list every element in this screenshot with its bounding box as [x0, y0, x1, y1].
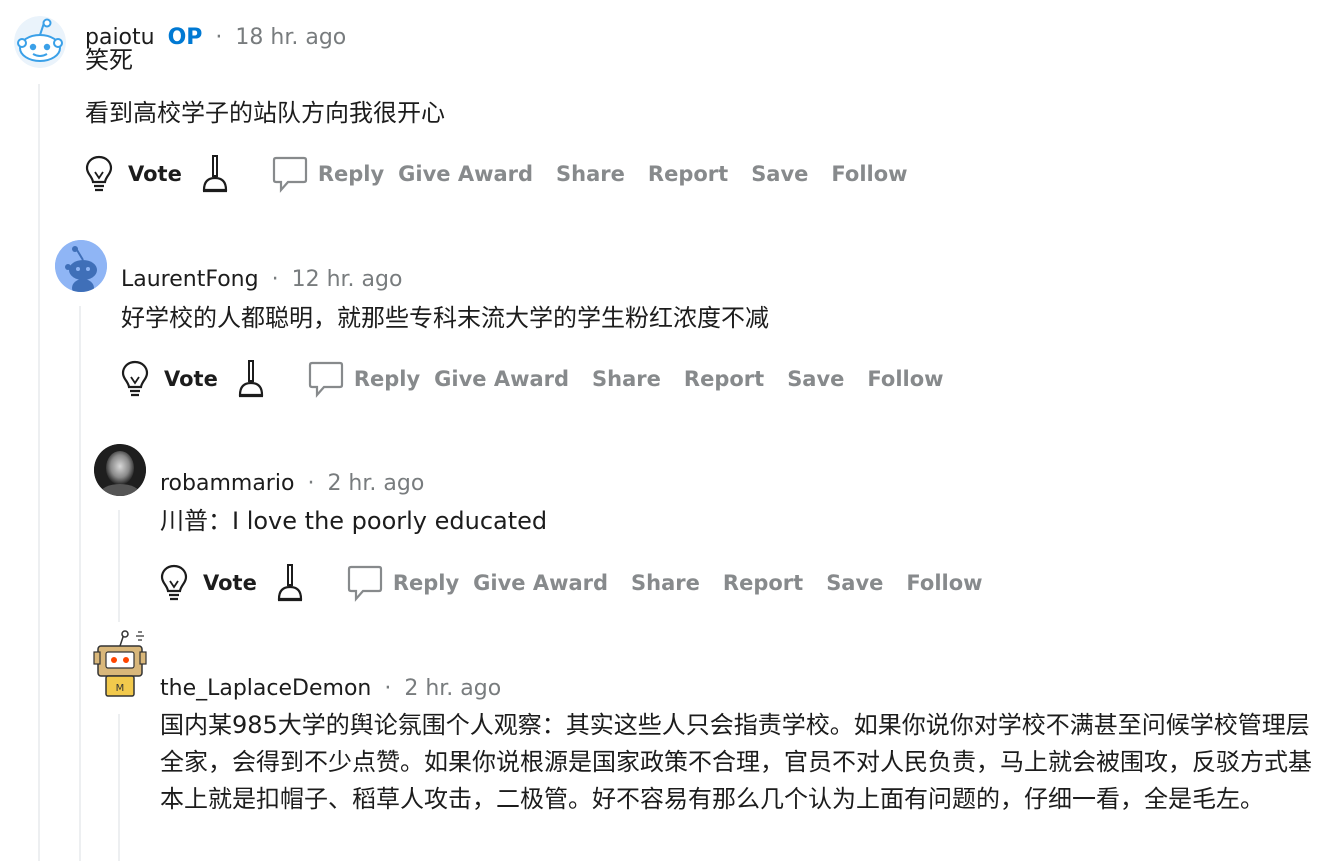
comment-meta: robammario · 2 hr. ago	[160, 470, 424, 498]
thread-line-level-3b[interactable]	[118, 714, 120, 861]
reply-label[interactable]: Reply	[393, 571, 459, 595]
give-award-button[interactable]: Give Award	[473, 571, 608, 595]
username[interactable]: robammario	[160, 471, 294, 496]
reddit-snoo-default-avatar-icon	[14, 16, 66, 68]
share-button[interactable]: Share	[631, 571, 700, 595]
reply-label[interactable]: Reply	[354, 367, 420, 391]
speech-bubble-icon	[272, 152, 307, 196]
op-badge: OP	[167, 25, 203, 50]
svg-text:M: M	[116, 683, 125, 694]
lightbulb-upvote-icon[interactable]	[157, 561, 191, 605]
save-button[interactable]: Save	[826, 571, 883, 595]
vote-label: Vote	[128, 162, 182, 186]
box-robot-avatar-icon: M	[93, 630, 147, 697]
reddit-snoo-blue-avatar-icon	[55, 240, 107, 292]
comment-body: 川普：I love the poorly educated	[160, 507, 548, 535]
follow-button[interactable]: Follow	[867, 367, 943, 391]
reply-label[interactable]: Reply	[318, 162, 384, 186]
plunger-downvote-icon[interactable]	[273, 561, 307, 605]
plunger-downvote-icon[interactable]	[234, 357, 268, 401]
thread-line-level-3[interactable]	[118, 510, 120, 622]
speech-bubble-icon	[308, 357, 343, 401]
save-button[interactable]: Save	[787, 367, 844, 391]
comment-body: 好学校的人都聪明，就那些专科末流大学的学生粉红浓度不减	[121, 304, 769, 332]
plunger-downvote-icon[interactable]	[198, 152, 232, 196]
vote-label: Vote	[203, 571, 257, 595]
comment-meta: LaurentFong · 12 hr. ago	[121, 266, 402, 294]
report-button[interactable]: Report	[684, 367, 764, 391]
avatar-laurentfong[interactable]	[55, 240, 107, 292]
reply-button[interactable]: Reply	[272, 152, 384, 196]
lightbulb-upvote-icon[interactable]	[82, 152, 116, 196]
thread-line-level-1[interactable]	[38, 84, 40, 861]
save-button[interactable]: Save	[751, 162, 808, 186]
separator-dot: ·	[307, 471, 315, 496]
avatar-paiotu[interactable]	[14, 16, 66, 68]
report-button[interactable]: Report	[723, 571, 803, 595]
comment-body-line: 笑死	[85, 46, 133, 74]
report-button[interactable]: Report	[648, 162, 728, 186]
speech-bubble-icon	[347, 561, 382, 605]
give-award-button[interactable]: Give Award	[398, 162, 533, 186]
comment-meta: the_LaplaceDemon · 2 hr. ago	[160, 675, 501, 703]
timestamp[interactable]: 12 hr. ago	[292, 267, 403, 292]
separator-dot: ·	[384, 676, 392, 701]
photo-avatar-icon	[94, 444, 146, 496]
username[interactable]: the_LaplaceDemon	[160, 676, 371, 701]
lightbulb-upvote-icon[interactable]	[118, 357, 152, 401]
vote-label: Vote	[164, 367, 218, 391]
comment-action-bar: Vote Reply Give Award Share Report Save …	[118, 357, 967, 401]
follow-button[interactable]: Follow	[906, 571, 982, 595]
separator-dot: ·	[215, 25, 223, 50]
share-button[interactable]: Share	[556, 162, 625, 186]
comment-action-bar: Vote Reply Give Award Share Report Save …	[157, 561, 1006, 605]
avatar-the-laplacedemon[interactable]: M	[92, 630, 148, 702]
give-award-button[interactable]: Give Award	[434, 367, 569, 391]
avatar-robammario[interactable]	[94, 444, 146, 496]
share-button[interactable]: Share	[592, 367, 661, 391]
comment-body: 国内某985大学的舆论氛围个人观察：其实这些人只会指责学校。如果你说你对学校不满…	[160, 711, 1312, 813]
username[interactable]: LaurentFong	[121, 267, 259, 292]
thread-line-level-2[interactable]	[79, 306, 81, 861]
timestamp[interactable]: 2 hr. ago	[327, 471, 424, 496]
separator-dot: ·	[271, 267, 279, 292]
comment-action-bar: Vote Reply Give Award Share Report Save …	[82, 152, 931, 196]
timestamp[interactable]: 18 hr. ago	[235, 25, 346, 50]
reply-button[interactable]: Reply	[308, 357, 420, 401]
reply-button[interactable]: Reply	[347, 561, 459, 605]
follow-button[interactable]: Follow	[831, 162, 907, 186]
comment-body-line: 看到高校学子的站队方向我很开心	[85, 99, 445, 127]
timestamp[interactable]: 2 hr. ago	[404, 676, 501, 701]
